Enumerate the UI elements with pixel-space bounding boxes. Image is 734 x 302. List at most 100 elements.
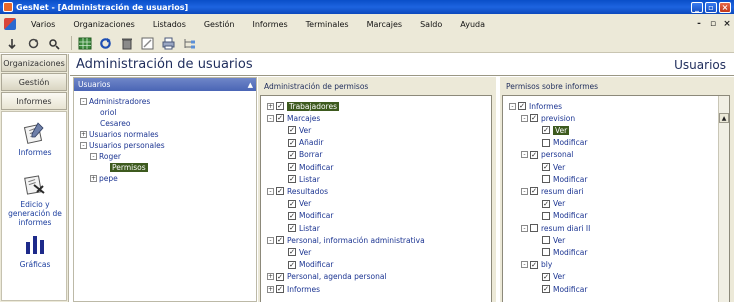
- permission-checkbox[interactable]: ✓: [288, 126, 296, 135]
- permission-tree-row[interactable]: ✓ Añadir: [288, 138, 323, 148]
- close-button[interactable]: ×: [719, 1, 731, 13]
- permission-tree-row[interactable]: - ✓ Personal, información administrativa: [267, 235, 425, 245]
- permission-checkbox[interactable]: [542, 236, 550, 245]
- report-permission-row[interactable]: - ✓ resum diari: [521, 186, 584, 196]
- permission-checkbox[interactable]: ✓: [276, 272, 284, 281]
- permission-checkbox[interactable]: ✓: [542, 163, 550, 171]
- menu-marcajes[interactable]: Marcajes: [358, 20, 412, 29]
- user-tree-row[interactable]: Cesareo: [100, 118, 130, 128]
- table-icon[interactable]: [76, 36, 93, 51]
- report-permission-row[interactable]: ✓ Ver: [542, 162, 565, 172]
- permission-checkbox[interactable]: ✓: [288, 199, 296, 208]
- tree-icon[interactable]: [181, 36, 198, 51]
- refresh-icon[interactable]: [25, 36, 42, 51]
- permission-checkbox[interactable]: ✓: [530, 150, 538, 159]
- report-icon[interactable]: [23, 120, 47, 144]
- permission-tree-row[interactable]: ✓ Ver: [288, 125, 311, 135]
- collapse-toggle-icon[interactable]: -: [267, 236, 274, 244]
- permission-tree-row[interactable]: ✓ Ver: [288, 247, 311, 257]
- report-permission-row[interactable]: - resum diari II: [521, 223, 590, 233]
- permission-checkbox[interactable]: ✓: [530, 114, 538, 123]
- expand-toggle-icon[interactable]: +: [267, 102, 274, 110]
- collapse-toggle-icon[interactable]: -: [90, 152, 97, 160]
- permission-tree-row[interactable]: ✓ Modificar: [288, 260, 333, 270]
- permission-tree-row[interactable]: ✓ Ver: [288, 199, 311, 209]
- permission-checkbox[interactable]: [542, 175, 550, 184]
- permission-checkbox[interactable]: ✓: [288, 150, 296, 159]
- user-tree-row[interactable]: oriol: [100, 107, 116, 117]
- expand-toggle-icon[interactable]: +: [80, 130, 87, 138]
- permission-tree-row[interactable]: + ✓ Personal, agenda personal: [267, 272, 387, 282]
- menu-ayuda[interactable]: Ayuda: [451, 20, 494, 29]
- menu-informes[interactable]: Informes: [243, 20, 296, 29]
- collapse-toggle-icon[interactable]: -: [521, 224, 528, 232]
- filter-icon[interactable]: [46, 36, 63, 51]
- permission-checkbox[interactable]: [542, 211, 550, 220]
- nav-tab-organizaciones[interactable]: Organizaciones: [1, 54, 67, 72]
- nav-entry-graficas[interactable]: Gráficas: [2, 260, 68, 269]
- collapse-toggle-icon[interactable]: -: [80, 141, 87, 149]
- report-permission-row[interactable]: Modificar: [542, 174, 587, 184]
- collapse-toggle-icon[interactable]: -: [267, 187, 274, 195]
- menu-terminales[interactable]: Terminales: [297, 20, 358, 29]
- menu-saldo[interactable]: Saldo: [411, 20, 451, 29]
- expand-toggle-icon[interactable]: +: [267, 273, 274, 281]
- permission-checkbox[interactable]: ✓: [530, 187, 538, 196]
- collapse-toggle-icon[interactable]: -: [521, 187, 528, 195]
- nav-tab-gestion[interactable]: Gestión: [1, 73, 67, 91]
- permission-checkbox[interactable]: ✓: [542, 272, 550, 281]
- permission-checkbox[interactable]: ✓: [542, 126, 550, 135]
- permission-checkbox[interactable]: ✓: [288, 211, 296, 220]
- permission-checkbox[interactable]: ✓: [288, 260, 296, 269]
- permission-tree-row[interactable]: - ✓ Marcajes: [267, 113, 320, 123]
- permission-checkbox[interactable]: [530, 224, 538, 232]
- left-arrow-icon[interactable]: [4, 36, 21, 51]
- report-permission-row[interactable]: ✓ Ver: [542, 272, 565, 282]
- permission-checkbox[interactable]: ✓: [518, 102, 526, 110]
- menu-organizaciones[interactable]: Organizaciones: [64, 20, 144, 29]
- permission-checkbox[interactable]: ✓: [276, 187, 284, 196]
- report-permission-row[interactable]: Modificar: [542, 138, 587, 148]
- menu-varios[interactable]: Varios: [22, 20, 64, 29]
- permission-checkbox[interactable]: ✓: [288, 175, 296, 184]
- permission-checkbox[interactable]: [542, 248, 550, 257]
- nav-tab-informes[interactable]: Informes: [1, 92, 67, 110]
- user-tree-row[interactable]: - Usuarios personales: [80, 140, 165, 150]
- restore-button[interactable]: ▫: [705, 1, 717, 13]
- mdi-close-button[interactable]: ×: [720, 19, 734, 29]
- permission-tree-row[interactable]: + ✓ Trabajadores: [267, 101, 339, 111]
- report-permission-row[interactable]: Modificar: [542, 247, 587, 257]
- permission-tree-row[interactable]: ✓ Modificar: [288, 211, 333, 221]
- bar-chart-icon[interactable]: [23, 232, 47, 256]
- permission-checkbox[interactable]: ✓: [288, 138, 296, 147]
- permission-checkbox[interactable]: ✓: [288, 248, 296, 257]
- permission-tree-row[interactable]: ✓ Listar: [288, 223, 320, 233]
- collapse-toggle-icon[interactable]: -: [509, 102, 516, 110]
- collapse-toggle-icon[interactable]: -: [521, 114, 528, 122]
- permission-checkbox[interactable]: ✓: [276, 114, 284, 123]
- mdi-minimize-button[interactable]: -: [692, 19, 706, 29]
- reload-icon[interactable]: [97, 36, 114, 51]
- vertical-scrollbar[interactable]: ▲: [718, 96, 729, 302]
- minimize-button[interactable]: _: [691, 1, 703, 13]
- permission-tree-row[interactable]: ✓ Borrar: [288, 150, 322, 160]
- scroll-up-icon[interactable]: ▲: [719, 113, 729, 123]
- permission-checkbox[interactable]: ✓: [542, 285, 550, 293]
- collapse-toggle-icon[interactable]: -: [80, 97, 87, 105]
- user-tree-row[interactable]: - Administradores: [80, 96, 150, 106]
- permission-tree-row[interactable]: ✓ Listar: [288, 174, 320, 184]
- report-permission-row[interactable]: Ver: [542, 235, 565, 245]
- menu-gestion[interactable]: Gestión: [195, 20, 244, 29]
- report-permission-row[interactable]: Modificar: [542, 211, 587, 221]
- report-permission-row[interactable]: - ✓ Informes: [509, 101, 562, 111]
- permission-checkbox[interactable]: [542, 138, 550, 147]
- report-permission-row[interactable]: - ✓ prevision: [521, 113, 575, 123]
- report-permission-row[interactable]: - ✓ bly: [521, 260, 552, 270]
- edit-icon[interactable]: [139, 36, 156, 51]
- report-permission-row[interactable]: ✓ Modificar: [542, 284, 587, 294]
- collapse-toggle-icon[interactable]: -: [267, 114, 274, 122]
- nav-entry-informes[interactable]: Informes: [2, 148, 68, 157]
- user-tree-row[interactable]: + pepe: [90, 173, 118, 183]
- permission-checkbox[interactable]: ✓: [276, 285, 284, 293]
- expand-toggle-icon[interactable]: +: [267, 285, 274, 293]
